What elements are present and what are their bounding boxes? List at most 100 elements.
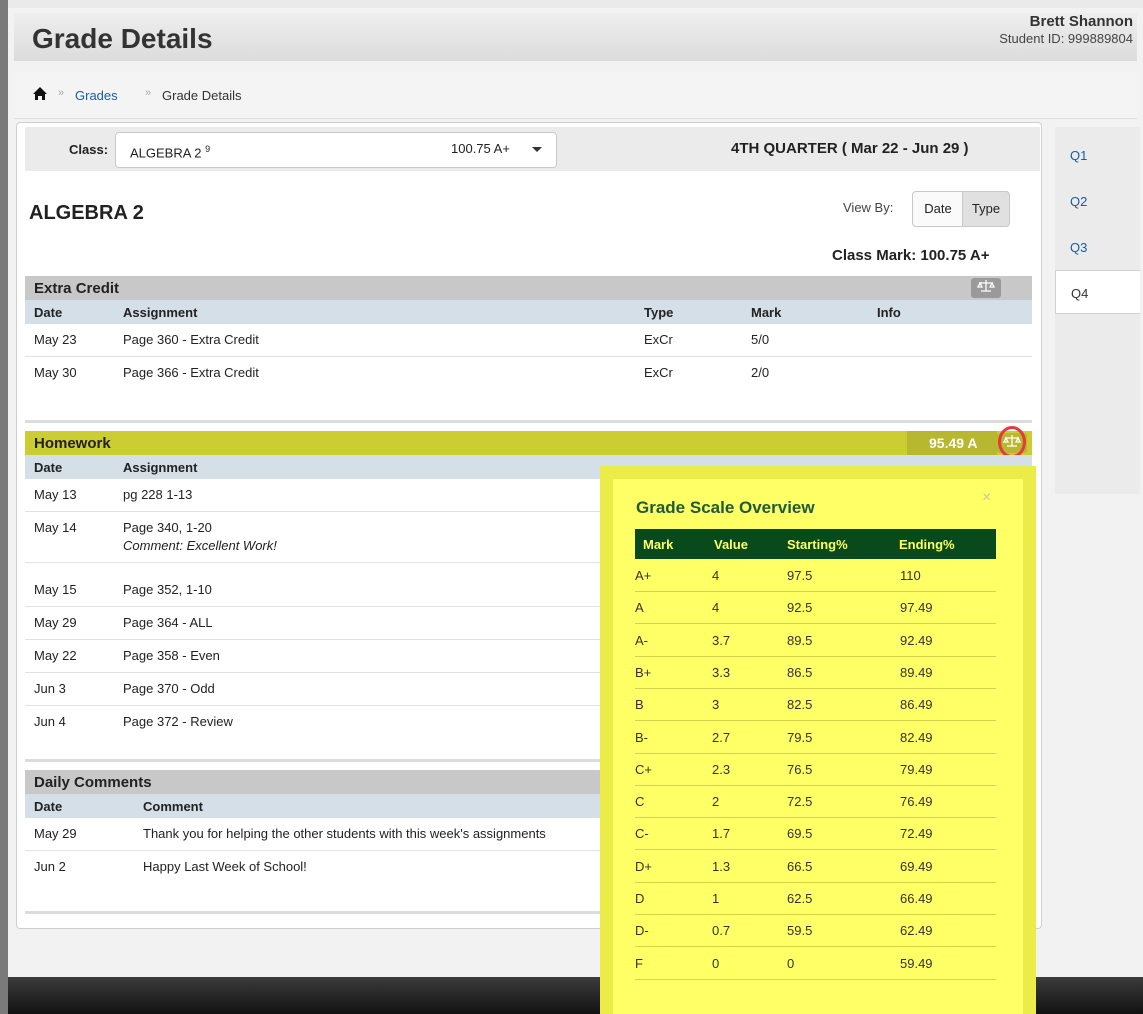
quarter-tabs: Q1 Q2 Q3 Q4 xyxy=(1055,127,1140,494)
tab-q1[interactable]: Q1 xyxy=(1055,133,1140,177)
row-mark: D- xyxy=(635,923,649,939)
row-assignment[interactable]: Page 366 - Extra Credit xyxy=(123,365,259,380)
class-select[interactable]: ALGEBRA 2 9 100.75 A+ xyxy=(115,132,557,168)
homework-mark-badge: 95.49 A xyxy=(907,431,997,455)
popup-title: Grade Scale Overview xyxy=(636,498,815,517)
row-assignment[interactable]: Page 340, 1-20 xyxy=(123,520,212,535)
column-date: Date xyxy=(34,799,63,814)
student-id: Student ID: 999889804 xyxy=(999,31,1133,46)
breadcrumb-current: Grade Details xyxy=(162,88,242,103)
chevron-down-icon xyxy=(532,147,542,152)
grade-scale-button[interactable] xyxy=(971,278,1001,298)
row-ending: 72.49 xyxy=(900,826,933,842)
row-assignment[interactable]: Page 360 - Extra Credit xyxy=(123,332,259,347)
row-starting: 79.5 xyxy=(787,729,813,745)
row-ending: 82.49 xyxy=(900,729,933,745)
row-starting: 72.5 xyxy=(787,794,813,810)
breadcrumb-grades-link[interactable]: Grades xyxy=(75,88,118,103)
row-assignment[interactable]: pg 228 1-13 xyxy=(123,487,192,502)
row-mark: D+ xyxy=(635,858,652,874)
row-mark: 5/0 xyxy=(751,332,770,347)
column-ending: Ending% xyxy=(899,537,955,552)
extra-credit-header: Extra Credit xyxy=(25,276,1032,300)
row-mark: C xyxy=(635,794,645,810)
row-value: 0.7 xyxy=(712,923,731,939)
row-assignment[interactable]: Page 370 - Odd xyxy=(123,681,215,696)
column-value: Value xyxy=(714,537,748,552)
row-assignment[interactable]: Page 364 - ALL xyxy=(123,615,213,630)
column-assignment: Assignment xyxy=(123,460,198,475)
tab-q4[interactable]: Q4 xyxy=(1055,270,1140,314)
student-info: Brett Shannon Student ID: 999889804 xyxy=(999,13,1133,46)
grade-scale-row: B 3 82.5 86.49 xyxy=(635,688,996,722)
row-value: 3 xyxy=(712,697,720,713)
row-date: May 29 xyxy=(34,826,77,841)
column-date: Date xyxy=(34,460,63,475)
row-ending: 76.49 xyxy=(900,794,933,810)
row-value: 2.3 xyxy=(712,761,731,777)
grade-scale-row: A 4 92.5 97.49 xyxy=(635,591,996,625)
row-value: 4 xyxy=(712,600,720,616)
row-starting: 62.5 xyxy=(787,891,813,906)
row-value: 2 xyxy=(712,794,720,810)
class-bar: Class: ALGEBRA 2 9 100.75 A+ 4TH QUARTER… xyxy=(25,127,1040,171)
class-select-mark: 100.75 A+ xyxy=(451,141,510,156)
column-info: Info xyxy=(877,305,901,320)
row-assignment[interactable]: Page 352, 1-10 xyxy=(123,582,212,597)
row-ending: 69.49 xyxy=(900,858,933,874)
column-assignment: Assignment xyxy=(123,305,198,320)
row-mark: C- xyxy=(635,826,649,842)
row-date: May 22 xyxy=(34,648,77,663)
grade-scale-row: A- 3.7 89.5 92.49 xyxy=(635,624,996,657)
view-by-label: View By: xyxy=(843,200,894,215)
grade-scale-row: D 1 62.5 66.49 xyxy=(635,882,996,915)
row-date: Jun 2 xyxy=(34,859,66,874)
row-date: Jun 4 xyxy=(34,714,66,729)
row-mark: 2/0 xyxy=(751,365,770,380)
extra-credit-title: Extra Credit xyxy=(34,280,120,297)
row-ending: 97.49 xyxy=(900,600,933,616)
row-ending: 66.49 xyxy=(900,891,933,906)
grade-scale-row: D+ 1.3 66.5 69.49 xyxy=(635,850,996,883)
home-icon[interactable] xyxy=(32,86,48,104)
row-ending: 86.49 xyxy=(900,697,933,713)
row-comment: Thank you for helping the other students… xyxy=(143,826,546,841)
row-comment: Happy Last Week of School! xyxy=(143,859,307,874)
row-mark: B+ xyxy=(635,664,652,680)
row-value: 1.7 xyxy=(712,826,731,842)
breadcrumb-separator: » xyxy=(145,87,152,99)
homework-header: Homework 95.49 A xyxy=(25,426,1032,458)
close-icon[interactable]: × xyxy=(982,489,991,507)
row-assignment[interactable]: Page 372 - Review xyxy=(123,714,233,729)
tab-q3[interactable]: Q3 xyxy=(1055,225,1140,269)
row-value: 1 xyxy=(712,891,720,906)
class-mark: Class Mark: 100.75 A+ xyxy=(832,247,990,264)
column-mark: Mark xyxy=(751,305,782,320)
row-starting: 69.5 xyxy=(787,826,813,842)
row-starting: 89.5 xyxy=(787,632,813,648)
student-name: Brett Shannon xyxy=(1029,13,1133,30)
title-bar: Grade Details Brett Shannon Student ID: … xyxy=(14,13,1137,61)
row-mark: D xyxy=(635,891,645,906)
view-by-type-button[interactable]: Type xyxy=(962,191,1010,227)
row-date: May 14 xyxy=(34,520,77,535)
row-assignment[interactable]: Page 358 - Even xyxy=(123,648,220,663)
class-select-value: ALGEBRA 2 9 xyxy=(130,144,211,161)
section-divider xyxy=(25,420,1032,423)
row-starting: 59.5 xyxy=(787,923,813,939)
row-starting: 82.5 xyxy=(787,697,813,713)
row-mark: C+ xyxy=(635,761,652,777)
row-value: 1.3 xyxy=(712,858,731,874)
row-value: 2.7 xyxy=(712,729,731,745)
grade-scale-row: A+ 4 97.5 110 xyxy=(635,559,996,592)
tab-q2[interactable]: Q2 xyxy=(1055,179,1140,223)
grade-scale-header: Mark Value Starting% Ending% xyxy=(635,529,996,559)
view-by-date-button[interactable]: Date xyxy=(912,191,964,227)
row-comment: Comment: Excellent Work! xyxy=(123,538,277,553)
row-value: 4 xyxy=(712,568,720,583)
grade-scale-row: C 2 72.5 76.49 xyxy=(635,785,996,819)
column-type: Type xyxy=(644,305,674,320)
breadcrumb-separator: » xyxy=(58,87,65,99)
row-date: May 23 xyxy=(34,332,77,347)
grade-scale-row: F 0 0 59.49 xyxy=(635,947,996,980)
